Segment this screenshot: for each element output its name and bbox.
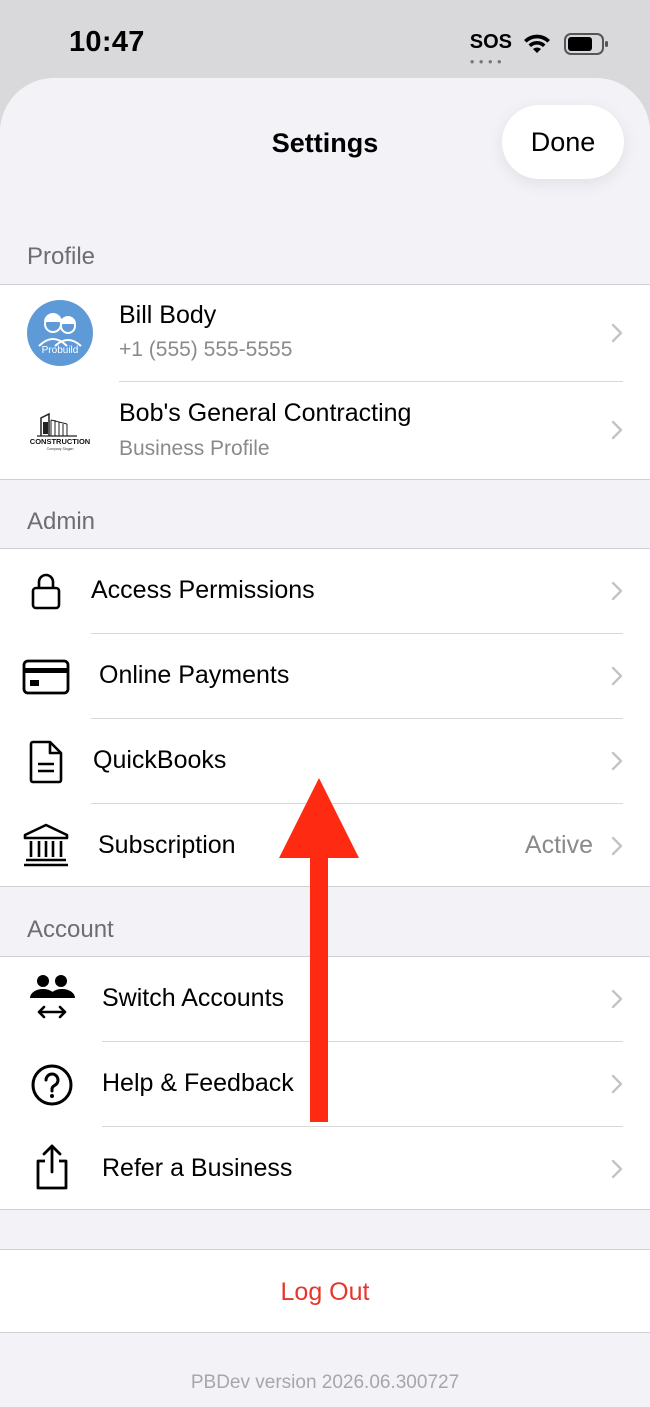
chevron-right-icon — [611, 989, 623, 1009]
section-header-profile: Profile — [27, 243, 96, 270]
settings-sheet: Settings Done Profile Probuild Bill Body… — [0, 78, 650, 1407]
status-bar: 10:47 SOS ● ● ● ● — [0, 0, 650, 78]
subscription-status: Active — [524, 831, 593, 859]
share-icon — [36, 1144, 68, 1190]
signal-dots-icon: ● ● ● ● — [469, 56, 503, 66]
worker-avatar-icon — [38, 313, 82, 347]
chevron-right-icon — [611, 666, 623, 686]
chevron-right-icon — [611, 836, 623, 856]
version-label: PBDev version 2026.06.300727 — [190, 1372, 460, 1393]
construction-logo-icon: CONSTRUCTION Company Slogan — [30, 412, 90, 451]
section-header-account: Account — [27, 916, 114, 943]
document-icon — [29, 740, 63, 784]
business-profile-row[interactable]: CONSTRUCTION Company Slogan Bob's Genera… — [0, 382, 650, 479]
chevron-right-icon — [611, 1074, 623, 1094]
account-item-refer-business[interactable]: Refer a Business — [0, 1127, 650, 1211]
annotation-arrow-up-icon — [279, 778, 359, 1122]
admin-item-access-permissions[interactable]: Access Permissions — [0, 549, 650, 634]
logo-text: CONSTRUCTION — [30, 437, 90, 446]
battery-icon — [564, 33, 608, 55]
logout-button[interactable]: Log Out — [0, 1250, 650, 1334]
chevron-right-icon — [611, 323, 623, 343]
admin-item-label: Subscription — [98, 831, 236, 859]
chevron-right-icon — [611, 1159, 623, 1179]
account-item-label: Switch Accounts — [102, 984, 285, 1012]
lock-icon — [31, 573, 61, 610]
logout-group: Log Out — [0, 1249, 650, 1333]
admin-item-label: Access Permissions — [91, 576, 315, 604]
business-subtitle: Business Profile — [119, 437, 270, 460]
account-item-label: Refer a Business — [102, 1154, 293, 1182]
wifi-icon — [524, 34, 550, 53]
done-button[interactable]: Done — [502, 105, 624, 179]
status-icons: SOS ● ● ● ● — [469, 28, 610, 66]
admin-item-online-payments[interactable]: Online Payments — [0, 634, 650, 719]
profile-group: Probuild Bill Body +1 (555) 555-5555 CON… — [0, 284, 650, 480]
profile-user-row[interactable]: Probuild Bill Body +1 (555) 555-5555 — [0, 285, 650, 382]
avatar-label: Probuild — [41, 345, 79, 356]
avatar: Probuild — [27, 300, 93, 366]
sos-indicator: SOS — [469, 30, 512, 53]
switch-accounts-icon — [30, 975, 75, 1019]
status-time: 10:47 — [69, 26, 145, 58]
help-icon — [31, 1064, 73, 1106]
user-phone: +1 (555) 555-5555 — [119, 338, 293, 361]
user-name: Bill Body — [119, 301, 217, 329]
admin-item-label: QuickBooks — [93, 746, 227, 774]
business-name: Bob's General Contracting — [119, 399, 412, 427]
chevron-right-icon — [611, 420, 623, 440]
bank-icon — [23, 823, 69, 867]
credit-card-icon — [22, 659, 70, 695]
section-header-admin: Admin — [27, 508, 96, 535]
chevron-right-icon — [611, 751, 623, 771]
admin-item-label: Online Payments — [99, 661, 290, 689]
account-item-label: Help & Feedback — [102, 1069, 294, 1097]
chevron-right-icon — [611, 581, 623, 601]
logo-subtext: Company Slogan — [47, 447, 74, 451]
